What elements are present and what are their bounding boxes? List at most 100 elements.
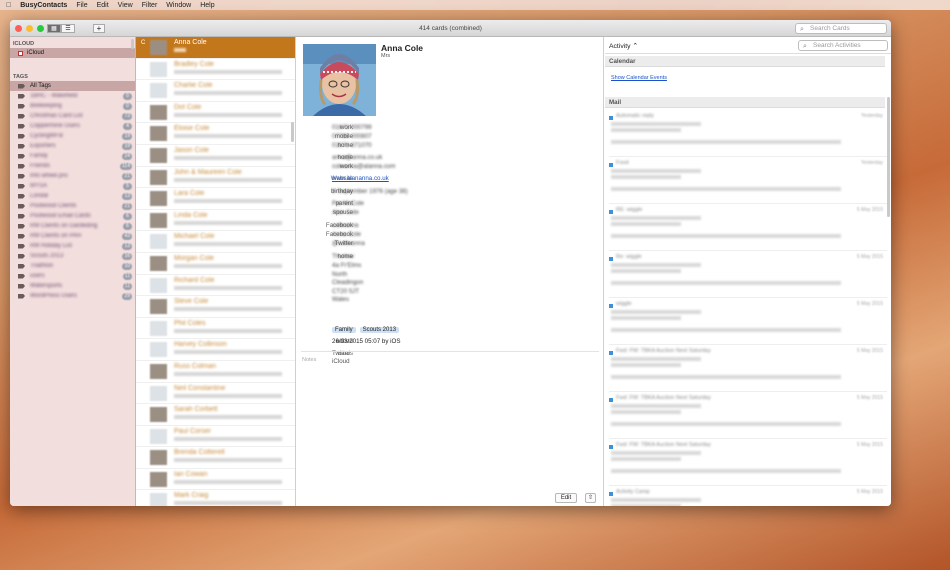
card-list-item[interactable]: Harvey Collinson: [136, 339, 295, 361]
sidebar-tag-item[interactable]: Triathlon 10: [10, 261, 135, 271]
mail-item[interactable]: Fwd: FW: TBKA Auction Next Saturday 5 May…: [609, 347, 887, 392]
menu-window[interactable]: Window: [166, 2, 191, 9]
card-list-item[interactable]: Sarah Corbett: [136, 404, 295, 426]
unread-dot-icon: [609, 210, 613, 214]
card-list-item[interactable]: Charlie Cole: [136, 80, 295, 102]
card-list-item[interactable]: C Anna Cole: [136, 37, 295, 59]
contact-field-row: parent Pat McCole: [297, 200, 629, 209]
contact-field-row: home Thurlow: [297, 253, 629, 262]
card-list-item[interactable]: Steve Cole: [136, 296, 295, 318]
sidebar-item-icloud[interactable]: iCloud: [10, 48, 135, 58]
mail-item[interactable]: Activity Camp 5 May 2015: [609, 488, 887, 506]
card-list-item[interactable]: Paul Corser: [136, 426, 295, 448]
card-list-item[interactable]: Michael Cole: [136, 231, 295, 253]
sidebar-tag-item[interactable]: RM Holiday List 13: [10, 241, 135, 251]
avatar: [150, 407, 167, 423]
card-list-item[interactable]: Richard Cole: [136, 275, 295, 297]
card-list-item[interactable]: John & Maureen Cole: [136, 167, 295, 189]
mail-date: 5 May 2015: [856, 301, 883, 307]
card-list-item[interactable]: Phil Coles: [136, 318, 295, 340]
card-list-item[interactable]: Bradley Cole: [136, 59, 295, 81]
sidebar-tag-item[interactable]: WordPress Users 29: [10, 291, 135, 301]
avatar: [150, 363, 167, 379]
card-list-item[interactable]: Neil Constantine: [136, 383, 295, 405]
sidebar-tag-item[interactable]: Coppermine Users 4: [10, 121, 135, 131]
card-list-item[interactable]: Eloise Cole: [136, 123, 295, 145]
card-list-scrollbar[interactable]: [291, 122, 294, 142]
mail-preview-line: [611, 457, 681, 461]
card-list-item[interactable]: Linda Cole: [136, 210, 295, 232]
contact-photo[interactable]: [303, 44, 376, 116]
sidebar-tag-item[interactable]: Family 24: [10, 151, 135, 161]
sidebar-tag-item[interactable]: Info wheel.pro 21: [10, 171, 135, 181]
sidebar-tag-item[interactable]: Exporters 19: [10, 141, 135, 151]
activity-dropdown[interactable]: Activity ⌃: [609, 42, 638, 50]
sidebar-tag-item[interactable]: RM Clients on PAH 43: [10, 231, 135, 241]
card-list-item[interactable]: Morgan Cole: [136, 253, 295, 275]
card-subtitle: [174, 328, 282, 333]
sidebar-item-label: Info wheel.pro: [30, 173, 68, 179]
card-name: Dot Cole: [174, 103, 202, 111]
card-list-item[interactable]: Mark Craig: [136, 490, 295, 506]
sidebar-tag-item[interactable]: RM Clients on Gardeding 6: [10, 221, 135, 231]
notes-field[interactable]: Notes: [302, 357, 316, 363]
apple-menu-icon[interactable]: : [6, 2, 11, 9]
card-list-item[interactable]: Ian Cowan: [136, 469, 295, 491]
sidebar-tag-item[interactable]: Poolwood Email Cards 6: [10, 211, 135, 221]
sidebar-item-all-tags[interactable]: All Tags: [10, 81, 135, 91]
tag-pill-family[interactable]: Family: [332, 327, 356, 333]
tag-icon: [18, 93, 25, 99]
card-list-item[interactable]: Brenda Cotterell: [136, 447, 295, 469]
field-value[interactable]: www.alananna.co.uk: [332, 175, 389, 182]
sidebar-tag-item[interactable]: MYSA 5: [10, 181, 135, 191]
tag-pill-scouts[interactable]: Scouts 2013: [359, 327, 400, 333]
search-cards-field[interactable]: ⌕ Search Cards: [795, 23, 887, 34]
tag-count-badge: 11: [122, 272, 132, 280]
sidebar-tag-item[interactable]: Poolwood Clients 21: [10, 201, 135, 211]
sidebar-tag-item[interactable]: Watersports 11: [10, 281, 135, 291]
activity-scrollbar[interactable]: [887, 97, 890, 217]
sidebar-tag-item[interactable]: Scouts 2013 16: [10, 251, 135, 261]
edit-button[interactable]: Edit: [555, 493, 577, 503]
menu-file[interactable]: File: [76, 2, 87, 9]
card-subtitle: [174, 307, 282, 312]
menu-view[interactable]: View: [118, 2, 133, 9]
tag-count-badge: 4: [123, 122, 132, 130]
mail-item[interactable]: Food Yesterday: [609, 159, 887, 204]
notes-divider: [301, 351, 599, 352]
contact-field-row: spouse Alan Cole: [297, 209, 629, 218]
search-activities-field[interactable]: ⌕ Search Activities: [798, 40, 888, 51]
mail-item[interactable]: Fwd: FW: TBKA Auction Next Saturday 5 May…: [609, 394, 887, 439]
menu-edit[interactable]: Edit: [97, 2, 109, 9]
mail-item[interactable]: Re: wiggle 5 May 2015: [609, 253, 887, 298]
contact-field-row: Facebook Anna Cole: [297, 231, 629, 240]
card-list-item[interactable]: Dot Cole: [136, 102, 295, 124]
avatar: [150, 385, 167, 401]
mail-item[interactable]: Fwd: FW: TBKA Auction Next Saturday 5 May…: [609, 441, 887, 486]
menu-filter[interactable]: Filter: [142, 2, 158, 9]
sidebar-scrollbar[interactable]: [131, 39, 134, 49]
menu-app-name[interactable]: BusyContacts: [20, 2, 67, 9]
card-name: Ian Cowan: [174, 470, 208, 478]
card-list-item[interactable]: Jason Cole: [136, 145, 295, 167]
card-list-item[interactable]: Lara Cole: [136, 188, 295, 210]
mail-item[interactable]: RE: wiggle 5 May 2015: [609, 206, 887, 251]
share-button[interactable]: ⇧: [585, 493, 596, 503]
mail-preview-line: [611, 328, 841, 332]
sidebar-tag-item[interactable]: Londal 13: [10, 191, 135, 201]
sidebar-tag-item[interactable]: 1BRC - Wakefield 0: [10, 91, 135, 101]
cards-row-2: iCloud: [297, 358, 629, 367]
tag-count-badge: 13: [122, 192, 132, 200]
mail-item[interactable]: wiggle 5 May 2015: [609, 300, 887, 345]
menu-help[interactable]: Help: [200, 2, 214, 9]
icloud-checkbox-icon[interactable]: [18, 50, 23, 56]
mail-item[interactable]: Automatic reply Yesterday: [609, 112, 887, 157]
show-calendar-events-link[interactable]: Show Calendar Events: [611, 75, 667, 81]
sidebar-tag-item[interactable]: users 11: [10, 271, 135, 281]
sidebar-tag-item[interactable]: Beekeeping 0: [10, 101, 135, 111]
sidebar-tag-item[interactable]: Friends 114: [10, 161, 135, 171]
card-list-item[interactable]: Russ Colman: [136, 361, 295, 383]
tag-icon: [18, 213, 25, 219]
sidebar-tag-item[interactable]: Christmas Card List 73: [10, 111, 135, 121]
sidebar-tag-item[interactable]: CyclingWFB 19: [10, 131, 135, 141]
